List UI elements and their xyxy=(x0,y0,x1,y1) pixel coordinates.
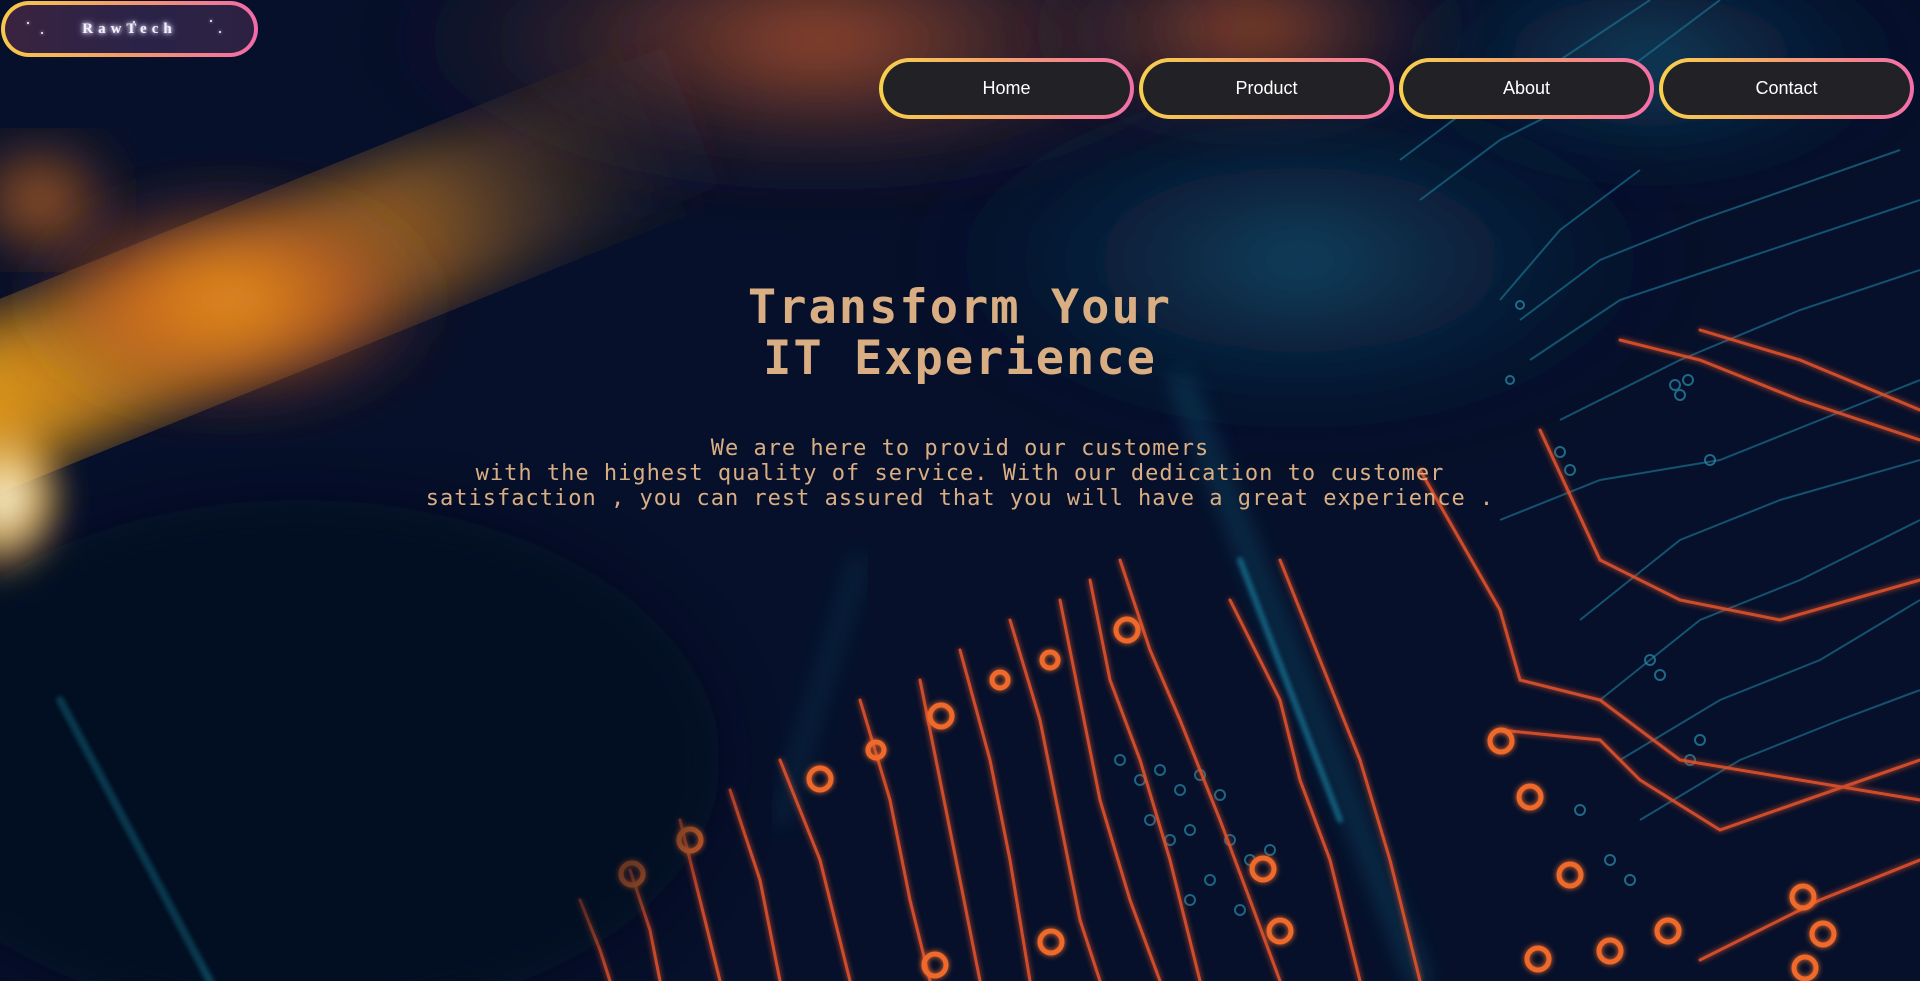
logo-badge: RawTech xyxy=(5,5,254,53)
brand-name: RawTech xyxy=(82,20,177,37)
nav-about-button[interactable]: About xyxy=(1399,58,1654,119)
hero-text-line-2: with the highest quality of service. Wit… xyxy=(475,461,1445,486)
hero-title-line-2: IT Experience xyxy=(763,331,1157,386)
nav-product-label: Product xyxy=(1143,62,1390,115)
nav-contact-label: Contact xyxy=(1663,62,1910,115)
sparkle-icon xyxy=(41,32,43,34)
hero-text-line-1: We are here to provid our customers xyxy=(710,436,1210,461)
hero-title-line-1: Transform Your xyxy=(747,280,1173,335)
sparkle-icon xyxy=(133,21,135,23)
main-nav: Home Product About Contact xyxy=(879,58,1914,119)
hero-title: Transform Your IT Experience xyxy=(0,282,1920,384)
logo-button[interactable]: RawTech xyxy=(1,1,258,57)
nav-about-label: About xyxy=(1403,62,1650,115)
nav-home-label: Home xyxy=(883,62,1130,115)
hero-text-line-3: satisfaction , you can rest assured that… xyxy=(425,486,1495,511)
sparkle-icon xyxy=(210,20,212,22)
nav-product-button[interactable]: Product xyxy=(1139,58,1394,119)
sparkle-icon xyxy=(27,22,29,24)
nav-home-button[interactable]: Home xyxy=(879,58,1134,119)
nav-contact-button[interactable]: Contact xyxy=(1659,58,1914,119)
hero-description: We are here to provid our customers with… xyxy=(0,436,1920,511)
sparkle-icon xyxy=(219,31,221,33)
